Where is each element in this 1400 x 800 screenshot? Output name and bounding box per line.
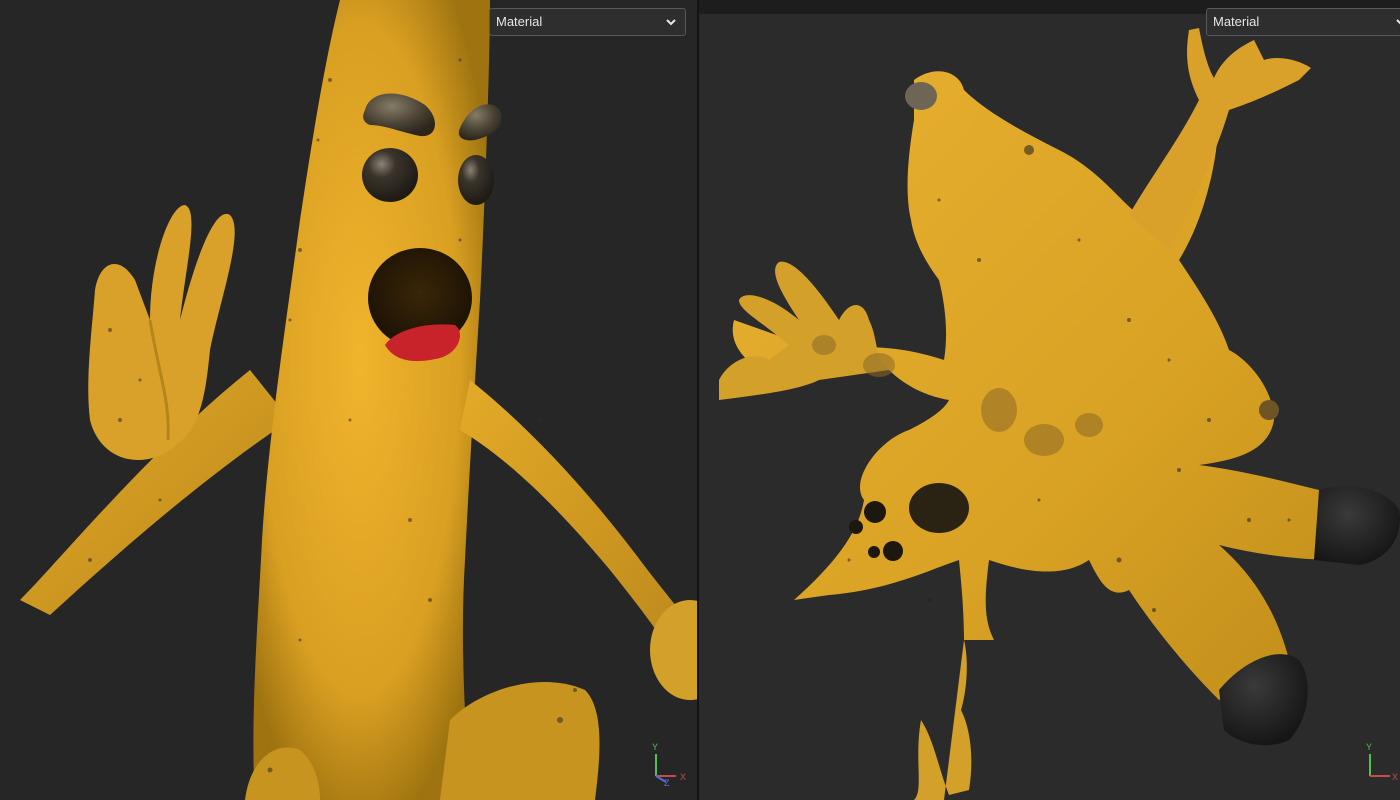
chevron-down-icon [666,19,676,26]
uv-eye-hole-3 [883,541,903,561]
axis-gizmo-icon: Y X [1366,742,1398,782]
uv-arm-top [1129,28,1311,250]
shading-mode-dropdown[interactable]: Material [489,8,686,36]
uv-eye-hole-1 [864,501,886,523]
uv-eye-hole-4 [868,546,880,558]
uv-top-socket [905,82,937,110]
texture-preview-app: Material Y X Z Material Y X [0,0,1400,800]
uv-mouth-hole [909,483,969,533]
viewport-3d-perspective[interactable]: Material Y X Z [0,0,697,800]
uv-unwrapped-texture [719,28,1400,800]
viewport-2d-texture[interactable]: Material Y X [699,0,1400,800]
shading-mode-label: Material [1213,14,1260,29]
gizmo-z-label: Z [664,778,670,786]
uv-eye-hole-2 [849,520,863,534]
gizmo-x-label: X [680,772,686,782]
uv-tip-right [1314,486,1400,565]
shading-mode-dropdown[interactable]: Material [1206,8,1400,36]
uv-hand-bottom [914,640,972,800]
left-eye [362,148,418,202]
uv-main-island [732,71,1339,701]
gizmo-y-label: Y [1366,742,1372,752]
gizmo-y-label: Y [652,742,658,752]
chevron-down-icon [1396,19,1400,25]
shading-mode-label: Material [496,14,543,29]
right-eye [458,155,494,205]
uv-side-socket [1259,400,1279,420]
gizmo-x-label: X [1392,772,1398,782]
axis-gizmo-icon: Y X Z [652,742,686,786]
banana-character-model [20,0,697,800]
